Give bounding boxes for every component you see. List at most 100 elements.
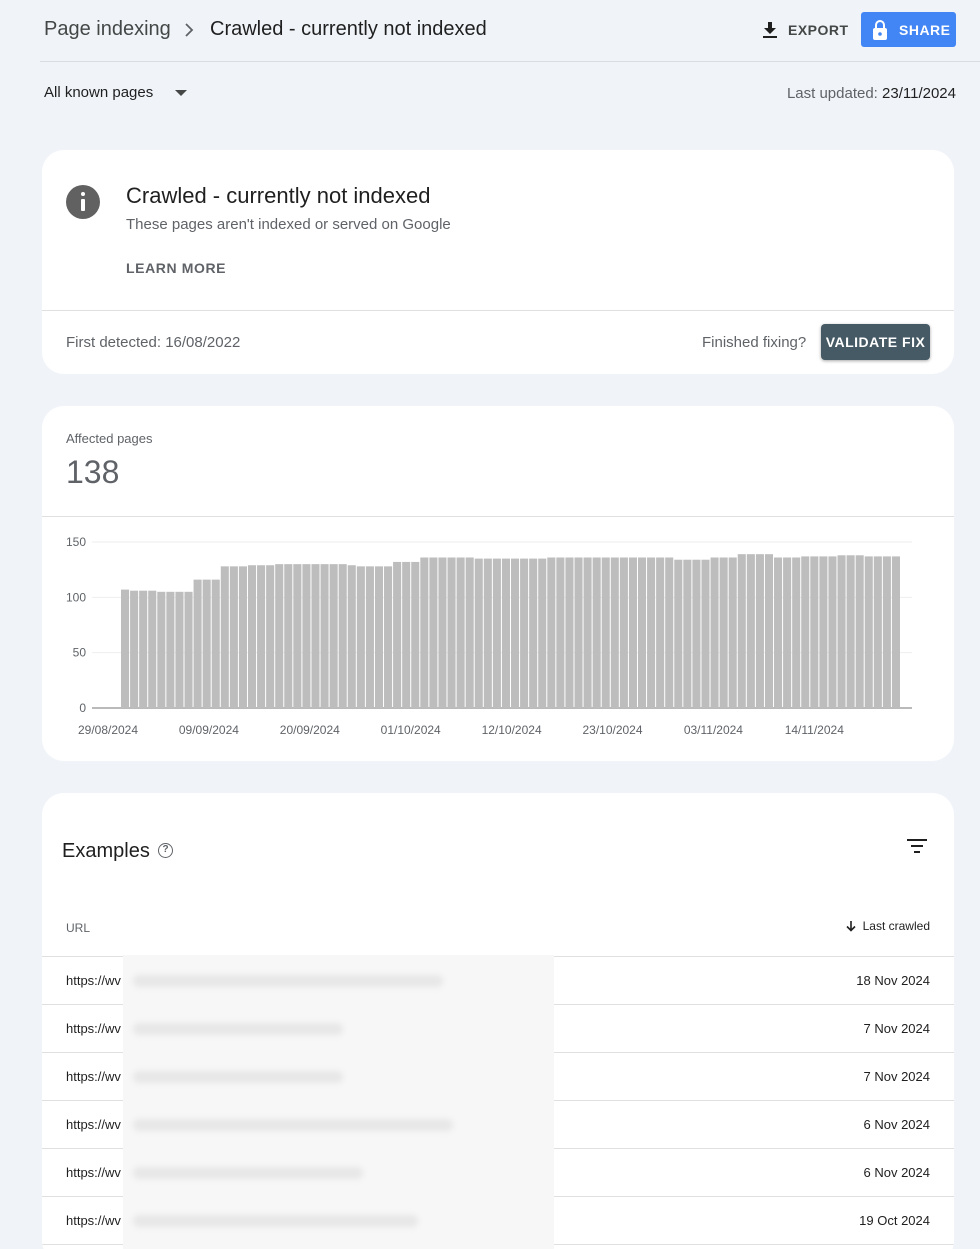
chart-bar[interactable] [683,559,692,708]
chart-bar[interactable] [456,557,465,708]
chart-bar[interactable] [474,558,483,708]
issue-description: These pages aren't indexed or served on … [126,216,451,233]
chart-bar[interactable] [238,566,247,708]
export-button[interactable]: EXPORT [756,14,855,46]
chart-bar[interactable] [728,557,737,708]
chart-bar[interactable] [411,561,420,708]
chart-bar[interactable] [320,564,329,708]
chart-bar[interactable] [647,557,656,708]
chart-bar[interactable] [420,557,429,708]
chart-bar[interactable] [846,555,855,708]
chart-bar[interactable] [891,556,900,708]
chart-bar[interactable] [774,557,783,708]
chart-bar[interactable] [329,564,338,708]
chart-bar[interactable] [266,565,275,708]
chart-bar[interactable] [610,557,619,708]
chart-bar[interactable] [429,557,438,708]
chart-bar[interactable] [356,566,365,708]
chart-bar[interactable] [592,557,601,708]
row-last-crawled: 6 Nov 2024 [863,1165,931,1180]
chart-bar[interactable] [483,558,492,708]
chart-bar[interactable] [810,556,819,708]
chart-bar[interactable] [438,557,447,708]
chart-bar[interactable] [746,554,755,708]
chart-bar[interactable] [601,557,610,708]
chart-bar[interactable] [384,566,393,708]
chart-bar[interactable] [556,557,565,708]
chart-bar[interactable] [220,566,229,708]
chart-bar[interactable] [202,579,211,708]
chart-bar[interactable] [520,558,529,708]
chart-bar[interactable] [792,557,801,708]
chart-bar[interactable] [148,590,157,708]
chart-bar[interactable] [130,590,139,708]
chart-bar[interactable] [665,557,674,708]
chart-bar[interactable] [338,564,347,708]
chart-bar[interactable] [121,589,130,708]
chart-bar[interactable] [783,557,792,708]
chart-bar[interactable] [628,557,637,708]
chart-bar[interactable] [701,559,710,708]
chart-bar[interactable] [737,554,746,708]
chart-bar[interactable] [574,557,583,708]
chart-bar[interactable] [692,559,701,708]
chart-bar[interactable] [710,557,719,708]
validate-fix-button[interactable]: VALIDATE FIX [821,324,930,360]
chart-bar[interactable] [637,557,647,708]
chart-bar[interactable] [828,556,837,708]
chart-bar[interactable] [284,564,293,708]
chart-bar[interactable] [819,556,828,708]
chart-bar[interactable] [311,564,320,708]
chart-bar[interactable] [764,554,774,708]
chart-bar[interactable] [529,558,538,708]
help-circle-icon[interactable]: ? [158,843,173,858]
chart-bar[interactable] [565,557,574,708]
chart-bar[interactable] [175,591,184,708]
chart-bar[interactable] [247,565,257,708]
arrow-down-icon [846,921,856,932]
chart-bar[interactable] [211,579,220,708]
chart-bar[interactable] [374,566,384,708]
chart-bar[interactable] [465,557,474,708]
chart-bar[interactable] [864,556,873,708]
chart-bar[interactable] [583,557,592,708]
chart-bar[interactable] [547,557,556,708]
chart-bar[interactable] [873,556,882,708]
chart-bar[interactable] [229,566,238,708]
chart-bar[interactable] [157,591,166,708]
chart-bar[interactable] [293,564,302,708]
chart-bar[interactable] [855,555,864,708]
chart-bar[interactable] [674,559,683,708]
share-button[interactable]: SHARE [861,12,956,47]
chart-bar[interactable] [538,558,547,708]
chart-bar[interactable] [302,564,311,708]
chart-bar[interactable] [501,558,510,708]
chart-bar[interactable] [755,554,764,708]
chart-bar[interactable] [882,556,891,708]
row-last-crawled: 18 Nov 2024 [856,973,930,988]
chart-bar[interactable] [511,558,520,708]
chart-bar[interactable] [402,561,411,708]
column-header-url[interactable]: URL [66,921,90,935]
chart-bar[interactable] [275,564,284,708]
chart-bar[interactable] [347,565,356,708]
chart-bar[interactable] [257,565,266,708]
filter-list-icon[interactable] [906,837,928,855]
chart-bar[interactable] [719,557,728,708]
chart-bar[interactable] [656,557,665,708]
pages-filter-dropdown[interactable]: All known pages [44,84,188,101]
chart-bar[interactable] [619,557,628,708]
chart-bar[interactable] [139,590,148,708]
chart-bar[interactable] [193,579,202,708]
chart-bar[interactable] [365,566,374,708]
chart-bar[interactable] [492,558,501,708]
breadcrumb-page-indexing[interactable]: Page indexing [44,18,171,41]
chart-bar[interactable] [837,555,846,708]
learn-more-link[interactable]: LEARN MORE [126,260,226,276]
chart-bar[interactable] [447,557,456,708]
chart-bar[interactable] [166,591,175,708]
chart-bar[interactable] [393,561,402,708]
chart-bar[interactable] [184,591,193,708]
column-header-last-crawled[interactable]: Last crawled [845,919,930,933]
chart-bar[interactable] [801,556,810,708]
